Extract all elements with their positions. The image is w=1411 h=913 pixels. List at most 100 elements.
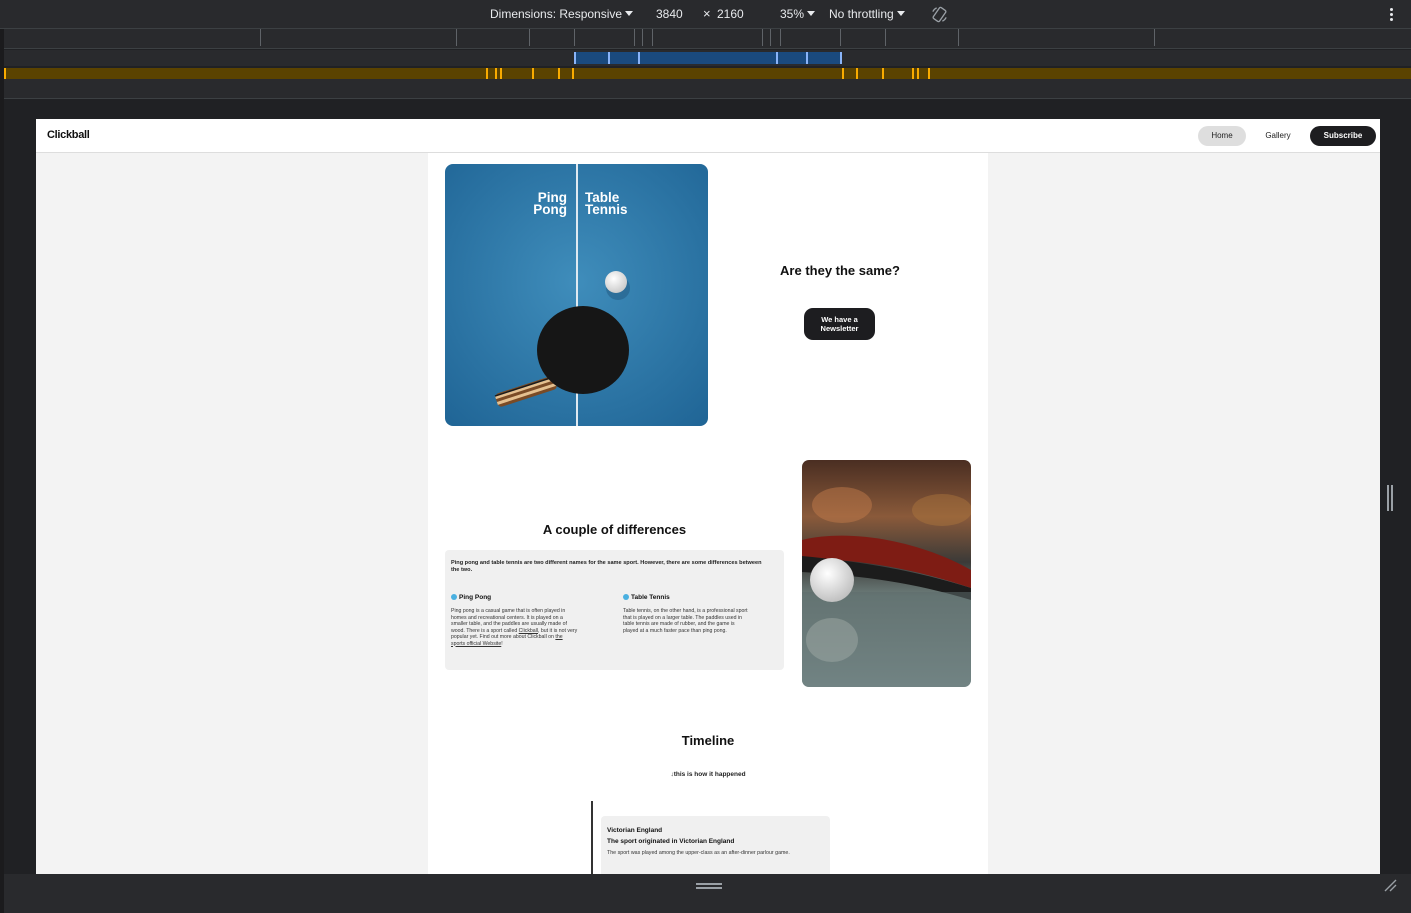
ruler-tick bbox=[574, 29, 575, 46]
hero-image-ping-pong-table: Ping Pong Table Tennis bbox=[445, 164, 708, 426]
devtools-bottom-area bbox=[4, 874, 1411, 913]
ruler-tick bbox=[770, 29, 771, 46]
caret-down-icon bbox=[625, 11, 634, 16]
brand-logo[interactable]: Clickball bbox=[47, 129, 90, 141]
timeline-title: Timeline bbox=[681, 733, 735, 748]
mq-tick bbox=[574, 52, 576, 64]
bullet-dot-icon bbox=[451, 594, 457, 600]
cta-line-2: Newsletter bbox=[820, 324, 859, 333]
resize-handle-bottom[interactable] bbox=[696, 883, 722, 889]
ruler-tick bbox=[762, 29, 763, 46]
timeline-body: The sport was played among the upper-cla… bbox=[607, 850, 790, 856]
hero-label-ping-pong: Ping Pong bbox=[527, 191, 567, 217]
official-website-link-part1[interactable]: the bbox=[555, 634, 562, 640]
ruler-tick bbox=[260, 29, 261, 46]
differences-title: A couple of differences bbox=[542, 522, 687, 537]
text-fragment: wood. There is a sport called bbox=[451, 627, 519, 634]
throttling-value: No throttling bbox=[829, 7, 894, 21]
mq-tick bbox=[912, 68, 914, 79]
mq-tick bbox=[638, 52, 640, 64]
differences-intro: Ping pong and table tennis are two diffe… bbox=[451, 560, 762, 573]
ruler-tick bbox=[840, 29, 841, 46]
width-input[interactable]: 3840 bbox=[656, 7, 683, 21]
ruler-tick bbox=[529, 29, 530, 46]
table-tennis-heading: Table Tennis bbox=[623, 594, 670, 601]
rotate-icon[interactable] bbox=[930, 5, 949, 24]
ruler-tick bbox=[1154, 29, 1155, 46]
nav-home-button[interactable]: Home bbox=[1198, 126, 1246, 146]
ping-pong-line: sports official Website! bbox=[451, 641, 616, 648]
resize-handle-right[interactable] bbox=[1387, 485, 1393, 511]
throttling-dropdown[interactable]: No throttling bbox=[829, 7, 905, 21]
ruler-tick bbox=[634, 29, 635, 46]
hero-label-table-tennis: Table Tennis bbox=[585, 191, 645, 217]
mq-tick bbox=[776, 52, 778, 64]
clickball-link[interactable]: Clickball bbox=[519, 628, 538, 634]
mq-tick bbox=[917, 68, 919, 79]
media-query-bar-blue[interactable] bbox=[574, 52, 842, 64]
caret-down-icon bbox=[896, 11, 905, 16]
mq-tick bbox=[572, 68, 574, 79]
table-tennis-text: Table tennis, on the other hand, is a pr… bbox=[623, 608, 781, 634]
mq-tick bbox=[558, 68, 560, 79]
hero-label-tennis: Tennis bbox=[585, 202, 628, 217]
ruler-tick bbox=[652, 29, 653, 46]
times-symbol: × bbox=[703, 6, 711, 21]
emulated-viewport: Clickball Home Gallery Subscribe Ping Po… bbox=[36, 119, 1380, 874]
page-content: Ping Pong Table Tennis Are they the same… bbox=[428, 153, 988, 874]
timeline-line bbox=[591, 801, 593, 874]
differences-card: Ping pong and table tennis are two diffe… bbox=[445, 550, 784, 670]
ruler-tick bbox=[642, 29, 643, 46]
mq-tick bbox=[495, 68, 497, 79]
ping-pong-heading: Ping Pong bbox=[451, 594, 491, 601]
paddle-ball-photo bbox=[802, 460, 971, 687]
mq-tick bbox=[4, 68, 6, 79]
timeline-subtitle-text: this is how it happened bbox=[673, 771, 746, 778]
nav-subscribe-button[interactable]: Subscribe bbox=[1310, 126, 1376, 146]
site-navbar: Clickball Home Gallery Subscribe bbox=[36, 119, 1380, 153]
mq-tick bbox=[856, 68, 858, 79]
hero-title: Are they the same? bbox=[780, 263, 900, 278]
devtools-left-edge bbox=[0, 29, 4, 913]
text-fragment: popular yet. Find out more about Clickba… bbox=[451, 634, 556, 640]
dimensions-label: Dimensions: Responsive bbox=[490, 7, 623, 21]
ruler-tick bbox=[885, 29, 886, 46]
ruler-tick bbox=[456, 29, 457, 46]
ping-pong-text: Ping pong is a casual game that is often… bbox=[451, 608, 616, 647]
nav-gallery-button[interactable]: Gallery bbox=[1252, 126, 1304, 146]
table-tennis-heading-text: Table Tennis bbox=[631, 594, 670, 601]
mq-tick bbox=[882, 68, 884, 79]
resize-corner-icon[interactable] bbox=[1383, 878, 1397, 892]
table-tennis-line: played at a much faster pace than ping p… bbox=[623, 627, 727, 634]
timeline-heading: The sport originated in Victorian Englan… bbox=[607, 838, 735, 845]
more-vert-icon[interactable] bbox=[1386, 7, 1396, 23]
hero-label-pong: Pong bbox=[533, 202, 567, 217]
official-website-link[interactable]: sports official Website bbox=[451, 641, 501, 647]
dimensions-dropdown[interactable]: Dimensions: Responsive bbox=[490, 7, 634, 21]
timeline-subtitle: ↓this is how it happened bbox=[428, 771, 988, 778]
height-input[interactable]: 2160 bbox=[717, 7, 744, 21]
timeline-card: Victorian England The sport originated i… bbox=[601, 816, 830, 874]
mq-tick bbox=[532, 68, 534, 79]
media-query-ruler bbox=[4, 29, 1411, 49]
mq-tick bbox=[840, 52, 842, 64]
mq-tick bbox=[500, 68, 502, 79]
device-toolbar: Dimensions: Responsive 3840 × 2160 35% N… bbox=[0, 0, 1411, 29]
text-fragment: ! bbox=[501, 640, 503, 647]
mq-tick bbox=[608, 52, 610, 64]
zoom-value: 35% bbox=[780, 7, 805, 21]
text-fragment: , but it is not very bbox=[538, 627, 578, 634]
ruler-tick bbox=[958, 29, 959, 46]
mq-tick bbox=[486, 68, 488, 79]
cta-line-1: We have a bbox=[821, 315, 858, 324]
ping-pong-heading-text: Ping Pong bbox=[459, 594, 492, 601]
caret-down-icon bbox=[807, 11, 816, 16]
newsletter-cta-button[interactable]: We have a Newsletter bbox=[804, 308, 875, 340]
timeline-era: Victorian England bbox=[607, 827, 663, 834]
mq-tick bbox=[928, 68, 930, 79]
media-query-row-max-width bbox=[4, 50, 1411, 66]
media-query-bar-gold[interactable] bbox=[4, 68, 1411, 79]
ruler-tick bbox=[780, 29, 781, 46]
zoom-dropdown[interactable]: 35% bbox=[780, 7, 816, 21]
devtools-spacer bbox=[4, 79, 1411, 99]
